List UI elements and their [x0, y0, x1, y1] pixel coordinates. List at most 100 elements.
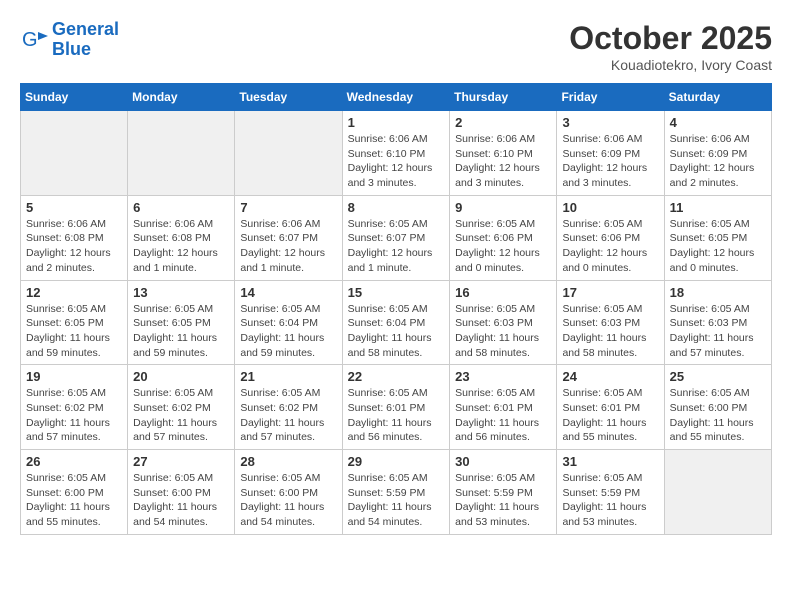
day-info: Sunrise: 6:06 AMSunset: 6:10 PMDaylight:…: [455, 132, 551, 191]
day-number: 1: [348, 115, 445, 130]
day-info: Sunrise: 6:06 AMSunset: 6:09 PMDaylight:…: [670, 132, 766, 191]
calendar-day-cell: 4 Sunrise: 6:06 AMSunset: 6:09 PMDaylight…: [664, 111, 771, 196]
calendar-day-cell: 13Sunrise: 6:05 AMSunset: 6:05 PMDayligh…: [128, 280, 235, 365]
day-info: Sunrise: 6:05 AMSunset: 6:02 PMDaylight:…: [26, 386, 122, 445]
calendar-week-row: 5 Sunrise: 6:06 AMSunset: 6:08 PMDaylight…: [21, 195, 772, 280]
calendar-day-cell: [664, 450, 771, 535]
title-block: October 2025 Kouadiotekro, Ivory Coast: [569, 20, 772, 73]
calendar-day-cell: 9 Sunrise: 6:05 AMSunset: 6:06 PMDaylight…: [450, 195, 557, 280]
day-info: Sunrise: 6:05 AMSunset: 6:04 PMDaylight:…: [348, 302, 445, 361]
weekday-header: Thursday: [450, 84, 557, 111]
calendar-day-cell: 31 Sunrise: 6:05 AMSunset: 5:59 PMDayligh…: [557, 450, 664, 535]
day-number: 23: [455, 369, 551, 384]
calendar-day-cell: 16 Sunrise: 6:05 AMSunset: 6:03 PMDayligh…: [450, 280, 557, 365]
calendar-day-cell: 18Sunrise: 6:05 AMSunset: 6:03 PMDayligh…: [664, 280, 771, 365]
day-number: 10: [562, 200, 658, 215]
day-number: 16: [455, 285, 551, 300]
day-info: Sunrise: 6:05 AMSunset: 6:00 PMDaylight:…: [670, 386, 766, 445]
day-info: Sunrise: 6:05 AMSunset: 6:05 PMDaylight:…: [670, 217, 766, 276]
weekday-header-row: SundayMondayTuesdayWednesdayThursdayFrid…: [21, 84, 772, 111]
calendar-day-cell: [128, 111, 235, 196]
day-info: Sunrise: 6:05 AMSunset: 6:05 PMDaylight:…: [26, 302, 122, 361]
location-subtitle: Kouadiotekro, Ivory Coast: [569, 57, 772, 73]
weekday-header: Monday: [128, 84, 235, 111]
day-info: Sunrise: 6:05 AMSunset: 6:00 PMDaylight:…: [240, 471, 336, 530]
calendar-week-row: 26 Sunrise: 6:05 AMSunset: 6:00 PMDayligh…: [21, 450, 772, 535]
day-info: Sunrise: 6:05 AMSunset: 6:01 PMDaylight:…: [562, 386, 658, 445]
day-info: Sunrise: 6:05 AMSunset: 6:01 PMDaylight:…: [348, 386, 445, 445]
day-number: 9: [455, 200, 551, 215]
day-number: 18: [670, 285, 766, 300]
day-number: 30: [455, 454, 551, 469]
calendar-day-cell: 6 Sunrise: 6:06 AMSunset: 6:08 PMDaylight…: [128, 195, 235, 280]
calendar-day-cell: [21, 111, 128, 196]
calendar-day-cell: 11 Sunrise: 6:05 AMSunset: 6:05 PMDayligh…: [664, 195, 771, 280]
calendar-day-cell: 7 Sunrise: 6:06 AMSunset: 6:07 PMDaylight…: [235, 195, 342, 280]
day-info: Sunrise: 6:05 AMSunset: 6:01 PMDaylight:…: [455, 386, 551, 445]
calendar-day-cell: 29Sunrise: 6:05 AMSunset: 5:59 PMDayligh…: [342, 450, 450, 535]
day-info: Sunrise: 6:05 AMSunset: 6:06 PMDaylight:…: [455, 217, 551, 276]
calendar-day-cell: 25 Sunrise: 6:05 AMSunset: 6:00 PMDayligh…: [664, 365, 771, 450]
day-info: Sunrise: 6:05 AMSunset: 6:00 PMDaylight:…: [133, 471, 229, 530]
day-number: 26: [26, 454, 122, 469]
calendar-day-cell: 20Sunrise: 6:05 AMSunset: 6:02 PMDayligh…: [128, 365, 235, 450]
svg-text:G: G: [22, 29, 38, 51]
day-number: 6: [133, 200, 229, 215]
calendar-day-cell: 19 Sunrise: 6:05 AMSunset: 6:02 PMDayligh…: [21, 365, 128, 450]
day-number: 11: [670, 200, 766, 215]
day-number: 28: [240, 454, 336, 469]
calendar-day-cell: 14Sunrise: 6:05 AMSunset: 6:04 PMDayligh…: [235, 280, 342, 365]
day-number: 19: [26, 369, 122, 384]
calendar-day-cell: 23 Sunrise: 6:05 AMSunset: 6:01 PMDayligh…: [450, 365, 557, 450]
day-info: Sunrise: 6:06 AMSunset: 6:10 PMDaylight:…: [348, 132, 445, 191]
calendar-table: SundayMondayTuesdayWednesdayThursdayFrid…: [20, 83, 772, 535]
weekday-header: Saturday: [664, 84, 771, 111]
day-info: Sunrise: 6:06 AMSunset: 6:08 PMDaylight:…: [133, 217, 229, 276]
month-title: October 2025: [569, 20, 772, 57]
day-info: Sunrise: 6:05 AMSunset: 6:06 PMDaylight:…: [562, 217, 658, 276]
day-number: 22: [348, 369, 445, 384]
day-info: Sunrise: 6:05 AMSunset: 6:07 PMDaylight:…: [348, 217, 445, 276]
calendar-day-cell: 24 Sunrise: 6:05 AMSunset: 6:01 PMDayligh…: [557, 365, 664, 450]
calendar-week-row: 12Sunrise: 6:05 AMSunset: 6:05 PMDayligh…: [21, 280, 772, 365]
day-number: 3: [562, 115, 658, 130]
day-info: Sunrise: 6:05 AMSunset: 6:02 PMDaylight:…: [240, 386, 336, 445]
calendar-week-row: 19 Sunrise: 6:05 AMSunset: 6:02 PMDayligh…: [21, 365, 772, 450]
day-info: Sunrise: 6:05 AMSunset: 6:03 PMDaylight:…: [455, 302, 551, 361]
calendar-day-cell: 2Sunrise: 6:06 AMSunset: 6:10 PMDaylight…: [450, 111, 557, 196]
day-number: 25: [670, 369, 766, 384]
day-number: 29: [348, 454, 445, 469]
day-info: Sunrise: 6:05 AMSunset: 5:59 PMDaylight:…: [562, 471, 658, 530]
weekday-header: Wednesday: [342, 84, 450, 111]
weekday-header: Friday: [557, 84, 664, 111]
day-info: Sunrise: 6:05 AMSunset: 6:03 PMDaylight:…: [562, 302, 658, 361]
logo-icon: G: [20, 26, 48, 54]
weekday-header: Sunday: [21, 84, 128, 111]
calendar-week-row: 1 Sunrise: 6:06 AMSunset: 6:10 PMDaylight…: [21, 111, 772, 196]
day-info: Sunrise: 6:06 AMSunset: 6:08 PMDaylight:…: [26, 217, 122, 276]
calendar-day-cell: 21 Sunrise: 6:05 AMSunset: 6:02 PMDayligh…: [235, 365, 342, 450]
day-info: Sunrise: 6:06 AMSunset: 6:07 PMDaylight:…: [240, 217, 336, 276]
calendar-day-cell: 22 Sunrise: 6:05 AMSunset: 6:01 PMDayligh…: [342, 365, 450, 450]
calendar-day-cell: 15Sunrise: 6:05 AMSunset: 6:04 PMDayligh…: [342, 280, 450, 365]
day-number: 24: [562, 369, 658, 384]
day-info: Sunrise: 6:06 AMSunset: 6:09 PMDaylight:…: [562, 132, 658, 191]
calendar-day-cell: 1 Sunrise: 6:06 AMSunset: 6:10 PMDaylight…: [342, 111, 450, 196]
calendar-day-cell: 3 Sunrise: 6:06 AMSunset: 6:09 PMDaylight…: [557, 111, 664, 196]
day-number: 7: [240, 200, 336, 215]
day-number: 14: [240, 285, 336, 300]
calendar-day-cell: 5 Sunrise: 6:06 AMSunset: 6:08 PMDaylight…: [21, 195, 128, 280]
calendar-day-cell: 12Sunrise: 6:05 AMSunset: 6:05 PMDayligh…: [21, 280, 128, 365]
day-number: 8: [348, 200, 445, 215]
day-number: 4: [670, 115, 766, 130]
day-number: 20: [133, 369, 229, 384]
calendar-day-cell: [235, 111, 342, 196]
day-number: 21: [240, 369, 336, 384]
weekday-header: Tuesday: [235, 84, 342, 111]
calendar-day-cell: 28 Sunrise: 6:05 AMSunset: 6:00 PMDayligh…: [235, 450, 342, 535]
day-number: 27: [133, 454, 229, 469]
day-number: 31: [562, 454, 658, 469]
logo-text: General Blue: [52, 20, 119, 60]
day-number: 17: [562, 285, 658, 300]
day-number: 5: [26, 200, 122, 215]
